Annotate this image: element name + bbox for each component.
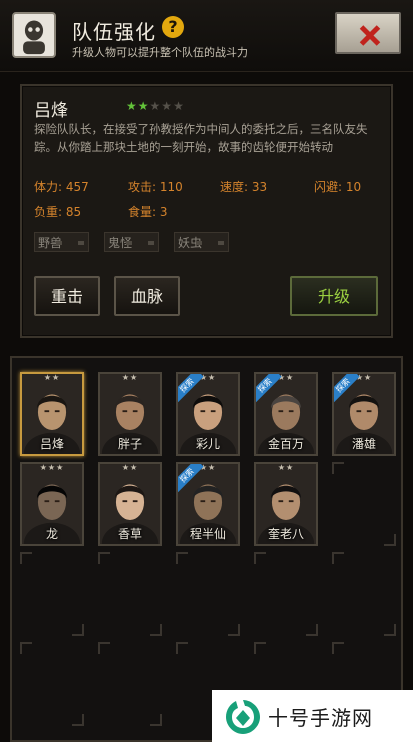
roster-grid: ★★ 吕烽 ★★ 胖子 ★★ 探索 彩儿 ★★ 探索 金百万 ★★ 探索 潘雄 ★★★ 龙 ★★ 香草 ★★ 探索程… — [10, 356, 403, 742]
hero-card-name: 奎老八 — [267, 527, 304, 541]
hero-card-name: 胖子 — [117, 437, 142, 451]
hero-card[interactable]: ★★ 香草 — [98, 462, 162, 546]
hero-portrait-frame[interactable]: ★★ 吕烽 — [20, 372, 84, 456]
hero-card[interactable]: ★★ 吕烽 — [20, 372, 84, 456]
hero-portrait-frame[interactable]: ★★ 胖子 — [98, 372, 162, 456]
hero-card-stars: ★★ — [121, 463, 139, 472]
hero-card-stars: ★★ — [277, 463, 295, 472]
hero-portrait-frame[interactable]: ★★ 奎老八 — [254, 462, 318, 546]
hero-portrait-frame[interactable]: ★★ 探索 彩儿 — [176, 372, 240, 456]
watermark-text: 十号手游网 — [268, 706, 373, 730]
close-button[interactable] — [335, 12, 401, 54]
hero-star-rating: ★★★★★ — [126, 99, 185, 113]
stat-load: 负重: 85 — [34, 205, 82, 219]
stat-attack: 攻击: 110 — [128, 180, 183, 194]
page-title: 队伍强化 — [72, 20, 156, 44]
empty-hero-slot — [98, 642, 162, 726]
hero-info-panel: 吕烽 ★★★★★ 探险队队长，在接受了孙教授作为中间人的委托之后，三名队友失踪。… — [20, 84, 393, 338]
hero-card[interactable]: ★★★ 龙 — [20, 462, 84, 546]
player-avatar[interactable] — [12, 12, 56, 58]
hero-card-name: 香草 — [117, 527, 142, 541]
hero-card[interactable]: ★★ 胖子 — [98, 372, 162, 456]
hero-card-name: 金百万 — [267, 437, 304, 451]
header-bar: 队伍强化 ? 升级人物可以提升整个队伍的战斗力 — [0, 0, 413, 72]
hero-card-name: 吕烽 — [39, 437, 64, 451]
hero-portrait-frame[interactable]: ★★ 探索 潘雄 — [332, 372, 396, 456]
tag-ghost: 鬼怪 — [104, 232, 160, 252]
page-subtitle: 升级人物可以提升整个队伍的战斗力 — [72, 46, 248, 59]
strike-button[interactable]: 重击 — [34, 276, 100, 316]
stat-dodge: 闪避: 10 — [314, 180, 362, 194]
empty-hero-slot — [254, 552, 318, 636]
empty-hero-slot — [20, 552, 84, 636]
stat-speed: 速度: 33 — [220, 180, 268, 194]
star-empty-icon: ★ — [173, 99, 185, 113]
stat-food: 食量: 3 — [128, 205, 168, 219]
watermark: 十号手游网 — [212, 690, 413, 742]
hero-card-stars: ★★ — [121, 373, 139, 382]
upgrade-button[interactable]: 升级 — [290, 276, 378, 316]
bloodline-button[interactable]: 血脉 — [114, 276, 180, 316]
site-logo-icon — [226, 700, 260, 734]
hero-name: 吕烽 — [34, 101, 68, 121]
hero-description: 探险队队长，在接受了孙教授作为中间人的委托之后，三名队友失踪。从你踏上那块土地的… — [34, 122, 368, 154]
tag-beast: 野兽 — [34, 232, 90, 252]
empty-hero-slot — [176, 552, 240, 636]
star-icon: ★ — [126, 99, 138, 113]
hero-card[interactable]: ★★ 探索 潘雄 — [332, 372, 396, 456]
hero-card[interactable]: ★★ 探索 彩儿 — [176, 372, 240, 456]
tag-insect: 妖虫 — [174, 232, 230, 252]
hero-card-name: 龙 — [45, 527, 58, 541]
hero-portrait-frame[interactable]: ★★ 探索 金百万 — [254, 372, 318, 456]
empty-hero-slot — [98, 552, 162, 636]
stat-hp: 体力: 457 — [34, 180, 89, 194]
hero-card-name: 潘雄 — [351, 437, 376, 451]
hero-portrait-frame[interactable]: ★★ 探索 程半仙 — [176, 462, 240, 546]
empty-hero-slot — [332, 552, 396, 636]
hero-card[interactable]: ★★ 探索 程半仙 — [176, 462, 240, 546]
empty-hero-slot — [20, 642, 84, 726]
star-empty-icon: ★ — [161, 99, 174, 113]
hero-portrait-frame[interactable]: ★★ 香草 — [98, 462, 162, 546]
hero-card-stars: ★★ — [43, 373, 61, 382]
hero-card-stars: ★★★ — [39, 463, 65, 472]
hero-card-name: 彩儿 — [195, 437, 220, 451]
star-empty-icon: ★ — [149, 99, 162, 113]
question-icon[interactable]: ? — [162, 16, 184, 38]
hero-card[interactable]: ★★ 探索 金百万 — [254, 372, 318, 456]
hero-portrait-frame[interactable]: ★★★ 龙 — [20, 462, 84, 546]
hero-card[interactable]: ★★ 奎老八 — [254, 462, 318, 546]
hero-card-name: 程半仙 — [189, 527, 226, 541]
skull-avatar-icon — [23, 20, 45, 55]
empty-hero-slot — [332, 462, 396, 546]
star-icon: ★ — [137, 99, 150, 113]
